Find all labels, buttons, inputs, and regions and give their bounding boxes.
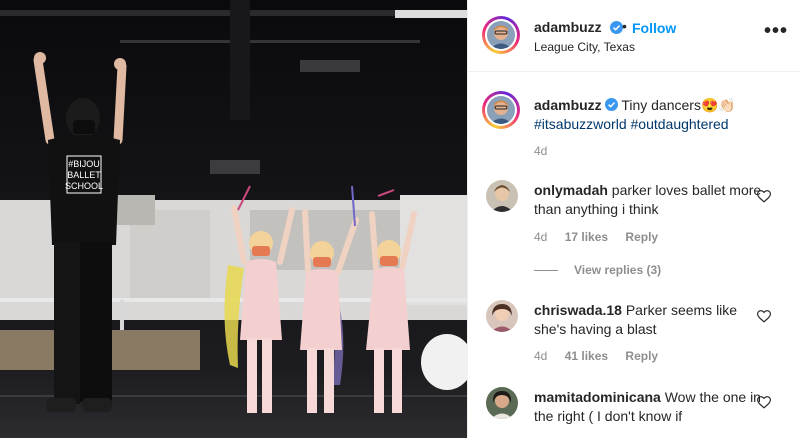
reply-button[interactable]: Reply (625, 349, 658, 363)
commenter-avatar-image (486, 387, 518, 419)
comment-username[interactable]: chriswada.18 (534, 302, 622, 318)
caption-text: Tiny dancers😍👏🏻 (621, 97, 736, 113)
comment-username[interactable]: mamitadominicana (534, 389, 661, 405)
hashtag-link[interactable]: #itsabuzzworld (534, 116, 627, 132)
post-caption: adambuzz Tiny dancers😍👏🏻 #itsabuzzworld … (534, 96, 784, 134)
heart-icon[interactable] (757, 190, 771, 203)
commenter-avatar-image (486, 180, 518, 212)
comment-likes[interactable]: 17 likes (565, 230, 608, 244)
view-replies-button[interactable]: View replies (3) (534, 263, 661, 277)
comment-timestamp[interactable]: 4d (534, 230, 547, 244)
follow-button[interactable]: Follow (632, 20, 676, 36)
author-avatar[interactable] (482, 16, 520, 54)
comment-meta: 4d 41 likes Reply (534, 349, 672, 363)
verified-badge-icon (604, 98, 618, 111)
view-replies-label: View replies (3) (574, 263, 662, 277)
heart-icon[interactable] (757, 310, 771, 323)
comment-body: chriswada.18 Parker seems like she's hav… (534, 301, 764, 339)
post-side-panel: adambuzz • Follow League City, Texas •••… (467, 0, 800, 438)
comment-body: mamitadominicana Wow the one in the righ… (534, 388, 764, 426)
comment-meta: 4d 17 likes Reply (534, 230, 672, 244)
post-location[interactable]: League City, Texas (534, 40, 635, 54)
post-photo-image: #BIJOU BALLET SCHOOL (0, 0, 467, 438)
commenter-avatar[interactable] (486, 180, 518, 212)
commenter-avatar[interactable] (486, 300, 518, 332)
caption-avatar-image (487, 96, 515, 124)
author-username[interactable]: adambuzz (534, 19, 602, 35)
header-separator: • (622, 18, 627, 34)
caption-timestamp[interactable]: 4d (534, 144, 547, 158)
svg-text:SCHOOL: SCHOOL (65, 181, 103, 191)
more-options-icon[interactable]: ••• (764, 21, 788, 41)
caption-username[interactable]: adambuzz (534, 97, 602, 113)
comment-body: onlymadah parker loves ballet more than … (534, 181, 764, 219)
commenter-avatar[interactable] (486, 387, 518, 419)
caption-author-avatar[interactable] (482, 91, 520, 129)
svg-text:BALLET: BALLET (67, 170, 101, 180)
reply-button[interactable]: Reply (625, 230, 658, 244)
comment-username[interactable]: onlymadah (534, 182, 608, 198)
heart-icon[interactable] (757, 396, 771, 409)
replies-divider (534, 270, 558, 272)
commenter-avatar-image (486, 300, 518, 332)
comment-likes[interactable]: 41 likes (565, 349, 608, 363)
author-avatar-image (487, 21, 515, 49)
post-photo[interactable]: #BIJOU BALLET SCHOOL (0, 0, 467, 438)
comment-timestamp[interactable]: 4d (534, 349, 547, 363)
hashtag-link[interactable]: #outdaughtered (631, 116, 729, 132)
post-header: adambuzz • Follow League City, Texas ••• (468, 0, 800, 72)
svg-text:#BIJOU: #BIJOU (68, 159, 100, 169)
